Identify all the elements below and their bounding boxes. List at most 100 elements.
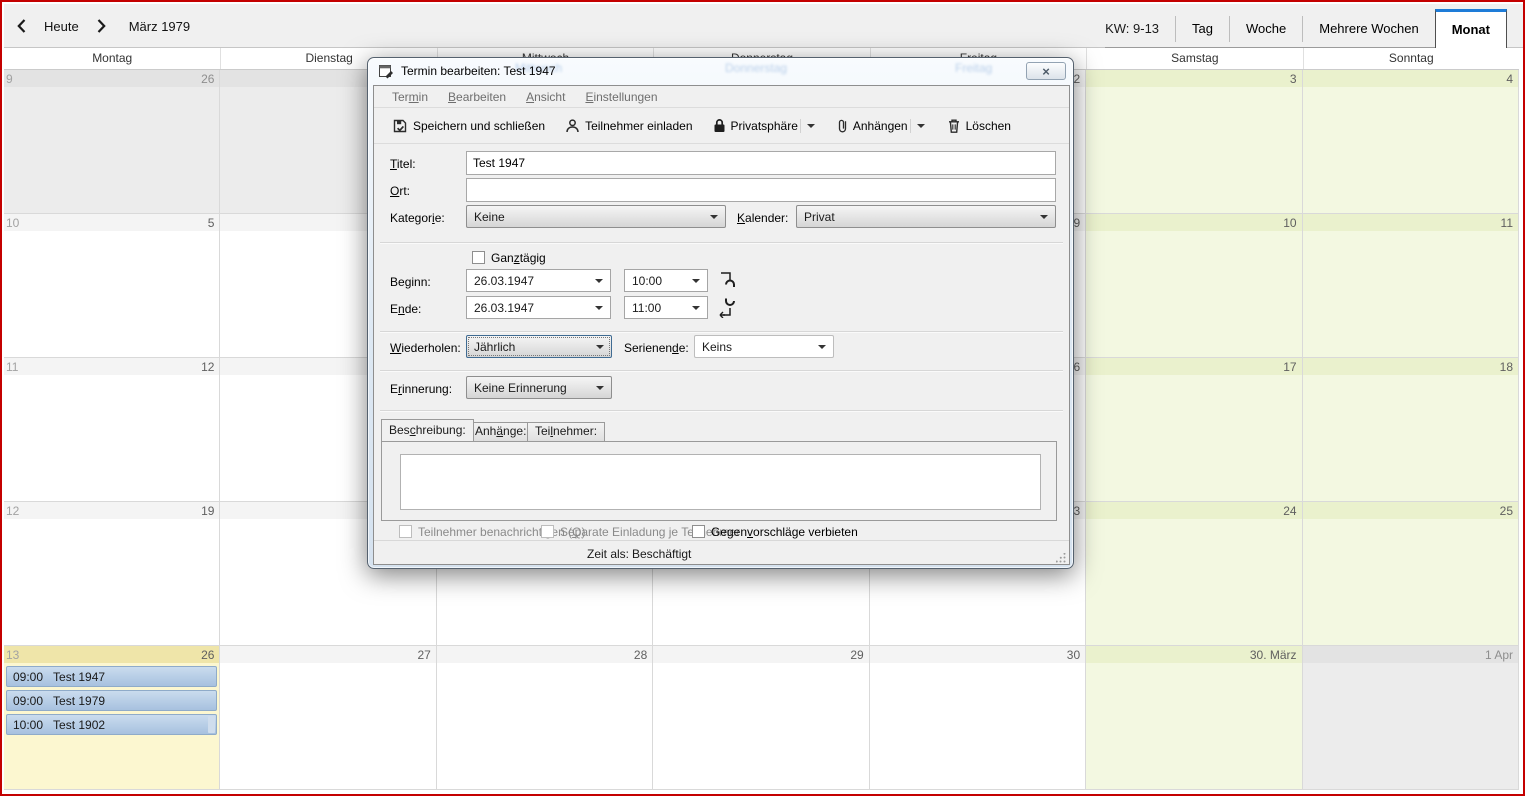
day-cell[interactable]: 27 bbox=[220, 646, 436, 790]
appointment-edit-icon bbox=[378, 63, 394, 79]
menu-termin[interactable]: Termin bbox=[382, 90, 438, 104]
day-cell[interactable]: 24 bbox=[1086, 502, 1302, 646]
day-cell[interactable]: 18 bbox=[1303, 358, 1519, 502]
end-time-select[interactable]: 11:00 bbox=[624, 296, 708, 319]
category-select[interactable]: Keine bbox=[466, 205, 726, 228]
location-input[interactable] bbox=[466, 178, 1056, 202]
today-button[interactable]: Heute bbox=[44, 19, 79, 34]
event-title: Test 1979 bbox=[53, 694, 105, 708]
dialog-titlebar[interactable]: Mittwoch Donnerstag Freitag Termin bearb… bbox=[368, 58, 1073, 85]
day-header-saturday: Samstag bbox=[1086, 48, 1302, 69]
save-icon bbox=[392, 118, 408, 134]
date-label: 19 bbox=[201, 504, 214, 518]
delete-button[interactable]: Löschen bbox=[941, 113, 1017, 139]
date-label: 11 bbox=[1501, 216, 1513, 230]
dialog-toolbar: Speichern und schließen Teilnehmer einla… bbox=[374, 108, 1069, 144]
next-button[interactable] bbox=[93, 14, 111, 38]
disallow-counter-checkbox[interactable] bbox=[692, 525, 705, 538]
day-cell[interactable]: 1219 bbox=[4, 502, 220, 646]
chevron-down-icon bbox=[692, 279, 700, 283]
dialog-client-area: Termin Bearbeiten Ansicht Einstellungen … bbox=[373, 85, 1070, 565]
previous-button[interactable] bbox=[12, 14, 30, 38]
day-cell[interactable]: 10 5 bbox=[4, 214, 220, 358]
day-cell[interactable]: 25 bbox=[1303, 502, 1519, 646]
current-month-label: März 1979 bbox=[129, 19, 190, 34]
edit-appointment-dialog: Mittwoch Donnerstag Freitag Termin bearb… bbox=[367, 57, 1074, 569]
date-label: 26 bbox=[201, 648, 214, 662]
close-button[interactable]: × bbox=[1026, 62, 1066, 80]
tab-description[interactable]: Beschreibung: bbox=[381, 419, 474, 441]
notify-attendees-checkbox[interactable] bbox=[399, 525, 412, 538]
day-cell-today[interactable]: 13 26 09:00Test 1947 09:00Test 1979 10:00… bbox=[4, 646, 220, 790]
day-cell[interactable]: 30. März bbox=[1086, 646, 1302, 790]
privacy-dropdown-button[interactable] bbox=[800, 119, 821, 133]
tab-attachments[interactable]: Anhänge: bbox=[467, 422, 534, 441]
menu-einstellungen[interactable]: Einstellungen bbox=[575, 90, 667, 104]
menu-bearbeiten[interactable]: Bearbeiten bbox=[438, 90, 516, 104]
date-label: 5 bbox=[208, 216, 215, 230]
day-cell[interactable]: 3 bbox=[1086, 70, 1302, 214]
view-tab-day[interactable]: Tag bbox=[1176, 10, 1229, 47]
start-date-select[interactable]: 26.03.1947 bbox=[466, 269, 611, 292]
chevron-down-icon bbox=[595, 279, 603, 283]
date-label: 2 bbox=[1073, 72, 1080, 86]
day-cell[interactable]: 29 bbox=[653, 646, 869, 790]
attach-dropdown-button[interactable] bbox=[910, 119, 931, 133]
disallow-counter-label: Gegenvorschläge verbieten bbox=[711, 525, 858, 539]
day-cell[interactable]: 926 bbox=[4, 70, 220, 214]
event-test-1902[interactable]: 10:00Test 1902 bbox=[6, 714, 217, 735]
title-input[interactable] bbox=[466, 151, 1056, 175]
chevron-down-icon bbox=[596, 345, 604, 349]
date-label: 27 bbox=[417, 648, 430, 662]
allday-checkbox[interactable] bbox=[472, 251, 485, 264]
save-and-close-button[interactable]: Speichern und schließen bbox=[386, 113, 551, 139]
event-test-1979[interactable]: 09:00Test 1979 bbox=[6, 690, 217, 711]
description-textarea[interactable] bbox=[400, 454, 1041, 510]
chevron-down-icon bbox=[595, 306, 603, 310]
attach-button[interactable]: Anhängen bbox=[831, 113, 910, 139]
day-cell[interactable]: 30 bbox=[870, 646, 1086, 790]
day-cell[interactable]: 10 bbox=[1086, 214, 1302, 358]
week-number: 10 bbox=[6, 216, 19, 230]
day-cell[interactable]: 28 bbox=[437, 646, 653, 790]
day-header-sunday: Sonntag bbox=[1303, 48, 1519, 69]
invite-attendees-button[interactable]: Teilnehmer einladen bbox=[559, 113, 698, 139]
view-tab-multiweek[interactable]: Mehrere Wochen bbox=[1303, 10, 1434, 47]
day-header-monday: Montag bbox=[4, 48, 220, 69]
date-label: 1 Apr bbox=[1485, 648, 1513, 662]
date-label: 30 bbox=[1067, 648, 1080, 662]
location-label: Ort: bbox=[390, 184, 410, 198]
chevron-down-icon bbox=[818, 345, 826, 349]
app-window: Heute März 1979 KW: 9-13 Tag Woche Mehre… bbox=[0, 0, 1525, 796]
view-switcher: KW: 9-13 Tag Woche Mehrere Wochen Monat bbox=[1105, 10, 1507, 48]
day-cell[interactable]: 1112 bbox=[4, 358, 220, 502]
day-cell[interactable]: 1 Apr bbox=[1303, 646, 1519, 790]
show-time-as-value: Beschäftigt bbox=[632, 547, 691, 561]
reminder-select[interactable]: Keine Erinnerung bbox=[466, 376, 612, 399]
menu-ansicht[interactable]: Ansicht bbox=[516, 90, 575, 104]
link-dates-icon[interactable] bbox=[718, 270, 738, 318]
resize-grip[interactable] bbox=[1056, 553, 1066, 563]
chevron-down-icon bbox=[1040, 215, 1048, 219]
show-time-as-label: Zeit als: bbox=[587, 547, 629, 561]
day-cell[interactable]: 11 bbox=[1303, 214, 1519, 358]
event-test-1947[interactable]: 09:00Test 1947 bbox=[6, 666, 217, 687]
start-time-select[interactable]: 10:00 bbox=[624, 269, 708, 292]
view-tab-month[interactable]: Monat bbox=[1435, 9, 1507, 49]
day-cell[interactable]: 17 bbox=[1086, 358, 1302, 502]
dialog-menubar: Termin Bearbeiten Ansicht Einstellungen bbox=[374, 86, 1069, 108]
date-label: 10 bbox=[1283, 216, 1296, 230]
date-label: 3 bbox=[1290, 72, 1297, 86]
week-number: 13 bbox=[6, 648, 19, 662]
until-select[interactable]: Keins bbox=[694, 335, 834, 358]
date-label: 9 bbox=[1073, 216, 1080, 230]
end-date-select[interactable]: 26.03.1947 bbox=[466, 296, 611, 319]
day-cell[interactable]: 4 bbox=[1303, 70, 1519, 214]
calendar-select[interactable]: Privat bbox=[796, 205, 1056, 228]
tab-attendees[interactable]: Teilnehmer: bbox=[527, 422, 605, 441]
repeat-select[interactable]: Jährlich bbox=[466, 335, 612, 358]
separate-invitation-checkbox[interactable] bbox=[541, 525, 554, 538]
view-tab-week[interactable]: Woche bbox=[1230, 10, 1302, 47]
privacy-button[interactable]: Privatsphäre bbox=[707, 113, 800, 138]
description-panel bbox=[381, 441, 1057, 521]
